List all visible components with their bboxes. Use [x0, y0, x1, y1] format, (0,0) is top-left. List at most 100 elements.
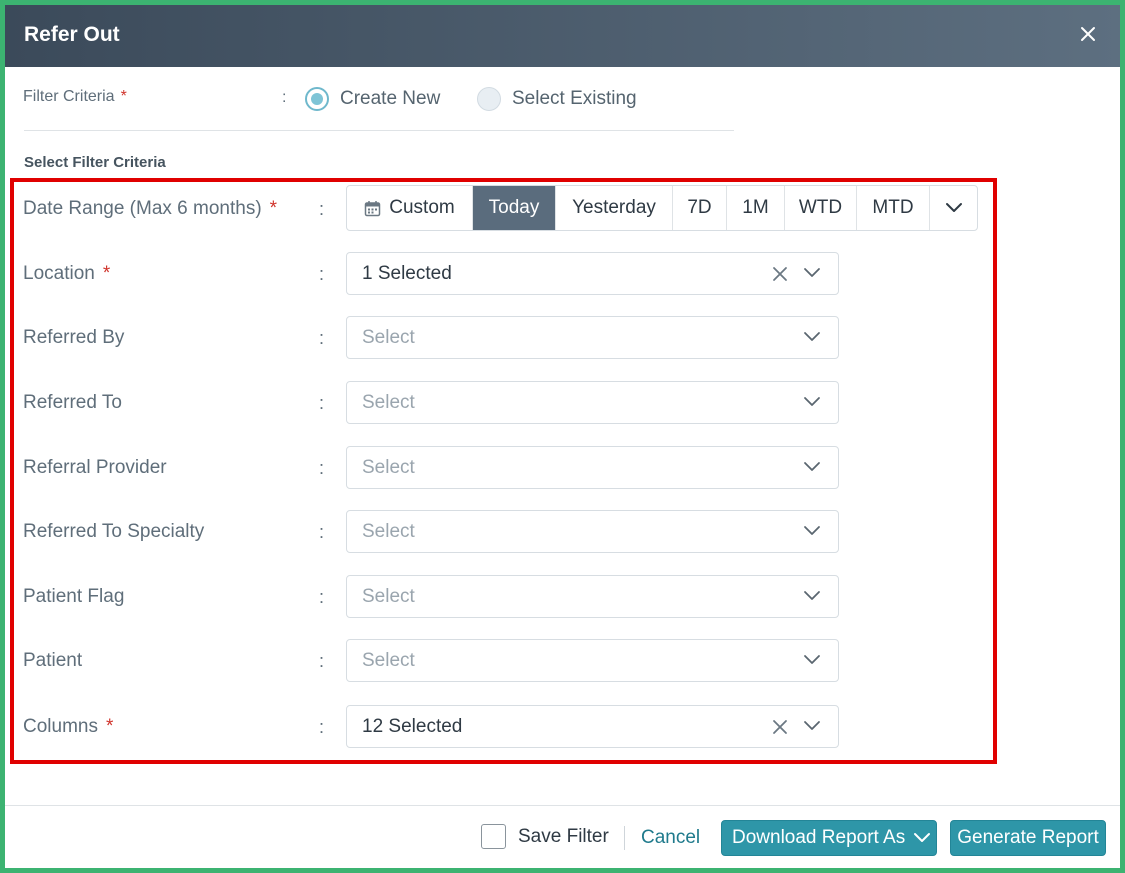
date-segment-mtd[interactable]: MTD	[857, 186, 930, 230]
field-label-text: Location	[23, 263, 95, 284]
referred-by-label: Referred By	[23, 327, 124, 349]
referral-provider-label: Referral Provider	[23, 457, 167, 479]
columns-select[interactable]: 12 Selected	[346, 705, 839, 748]
patient-label: Patient	[23, 650, 82, 672]
select-placeholder: Select	[362, 327, 415, 348]
chevron-down-icon	[803, 719, 821, 737]
field-label-text: Referred To Specialty	[23, 521, 205, 542]
generate-report-label: Generate Report	[957, 827, 1099, 848]
filter-criteria-label-text: Filter Criteria	[23, 88, 115, 105]
select-placeholder: Select	[362, 521, 415, 542]
clear-icon	[773, 720, 787, 734]
segment-label: Yesterday	[572, 197, 656, 218]
select-placeholder: Select	[362, 392, 415, 413]
colon: :	[319, 328, 325, 348]
clear-button[interactable]	[771, 265, 789, 288]
radio-label: Create New	[340, 88, 441, 109]
footer-separator	[624, 826, 625, 850]
chevron-down-icon	[803, 395, 821, 413]
date-range-more-button[interactable]	[930, 186, 977, 230]
chevron-down-icon	[945, 203, 962, 212]
patient-select[interactable]: Select	[346, 639, 839, 682]
date-range-label: Date Range (Max 6 months) *	[23, 198, 277, 220]
save-filter-checkbox[interactable]: Save Filter	[481, 824, 609, 849]
field-label-text: Columns	[23, 716, 98, 737]
chevron-down-icon	[803, 589, 821, 607]
cancel-button[interactable]: Cancel	[641, 827, 700, 849]
referral-provider-select[interactable]: Select	[346, 446, 839, 489]
dialog-title: Refer Out	[24, 23, 120, 46]
colon: :	[319, 651, 325, 671]
field-label-text: Referred By	[23, 327, 125, 348]
location-select[interactable]: 1 Selected	[346, 252, 839, 295]
patient-flag-select[interactable]: Select	[346, 575, 839, 618]
colon: :	[282, 89, 287, 106]
select-value: 12 Selected	[362, 716, 463, 737]
columns-label: Columns *	[23, 716, 113, 738]
date-segment-7d[interactable]: 7D	[673, 186, 727, 230]
segment-label: Today	[488, 197, 540, 218]
segment-label: MTD	[872, 197, 914, 218]
colon: :	[319, 458, 325, 478]
footer-divider	[5, 805, 1120, 806]
field-label-text: Referral Provider	[23, 457, 167, 478]
required-mark: *	[120, 88, 127, 105]
required-mark: *	[102, 263, 111, 284]
radio-label: Select Existing	[512, 88, 637, 109]
referred-to-specialty-label: Referred To Specialty	[23, 521, 204, 543]
dialog-header: Refer Out	[5, 5, 1120, 67]
select-value: 1 Selected	[362, 263, 452, 284]
colon: :	[319, 264, 325, 284]
segment-label: 1M	[742, 197, 769, 218]
patient-flag-label: Patient Flag	[23, 586, 124, 608]
divider	[24, 130, 734, 131]
radio-indicator	[305, 87, 329, 111]
referred-to-select[interactable]: Select	[346, 381, 839, 424]
download-report-label: Download Report As	[732, 827, 906, 848]
required-mark: *	[269, 198, 278, 219]
chevron-down-icon	[803, 653, 821, 671]
field-label-text: Referred To	[23, 392, 122, 413]
radio-create-new[interactable]: Create New	[305, 86, 440, 112]
chevron-down-icon	[913, 832, 931, 844]
chevron-down-icon	[803, 524, 821, 542]
field-label-text: Patient	[23, 650, 83, 671]
referred-to-specialty-select[interactable]: Select	[346, 510, 839, 553]
colon: :	[319, 717, 325, 737]
select-placeholder: Select	[362, 457, 415, 478]
chevron-down-icon	[803, 330, 821, 348]
referred-by-select[interactable]: Select	[346, 316, 839, 359]
date-segment-yesterday[interactable]: Yesterday	[556, 186, 673, 230]
location-label: Location *	[23, 263, 110, 285]
generate-report-button[interactable]: Generate Report	[950, 820, 1106, 856]
chevron-down-icon	[803, 460, 821, 478]
download-report-button[interactable]: Download Report As	[721, 820, 937, 856]
chevron-down-icon	[803, 266, 821, 284]
close-icon	[1081, 27, 1095, 41]
calendar-icon	[364, 200, 381, 217]
required-mark: *	[105, 716, 114, 737]
date-range-label-text: Date Range (Max 6 months)	[23, 198, 262, 219]
segment-label: WTD	[798, 197, 843, 218]
section-title: Select Filter Criteria	[24, 154, 166, 171]
date-segment-wtd[interactable]: WTD	[785, 186, 857, 230]
save-filter-label: Save Filter	[518, 825, 609, 847]
radio-select-existing[interactable]: Select Existing	[477, 86, 637, 112]
colon: :	[319, 522, 325, 542]
referred-to-label: Referred To	[23, 392, 122, 414]
filter-criteria-label: Filter Criteria *	[23, 88, 127, 106]
colon: :	[319, 199, 325, 219]
segment-label: Custom	[389, 197, 455, 218]
checkbox-box[interactable]	[481, 824, 506, 849]
date-segment-today[interactable]: Today	[473, 186, 556, 230]
close-button[interactable]	[1075, 21, 1101, 47]
radio-indicator	[477, 87, 501, 111]
refer-out-dialog: Refer Out Filter Criteria * : Create New …	[0, 0, 1125, 873]
clear-button[interactable]	[771, 718, 789, 741]
date-segment-custom[interactable]: Custom	[347, 186, 473, 230]
field-label-text: Patient Flag	[23, 586, 125, 607]
select-placeholder: Select	[362, 586, 415, 607]
date-segment-1m[interactable]: 1M	[727, 186, 785, 230]
select-placeholder: Select	[362, 650, 415, 671]
colon: :	[319, 587, 325, 607]
